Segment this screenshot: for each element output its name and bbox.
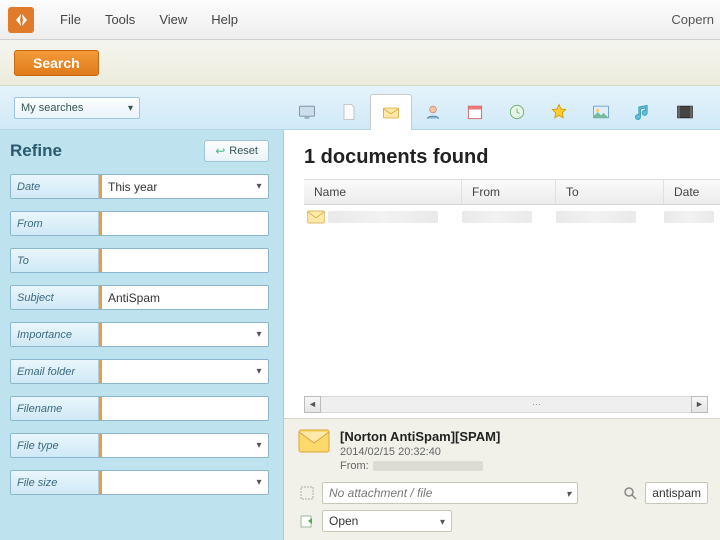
chevron-down-icon <box>250 471 268 494</box>
refine-label: Importance <box>11 323 99 346</box>
preview-datetime: 2014/02/15 20:32:40 <box>340 446 500 458</box>
horizontal-scrollbar[interactable]: ◄ ⋯ ► <box>304 394 708 414</box>
results-heading: 1 documents found <box>284 130 720 179</box>
app-icon <box>8 7 34 33</box>
refine-label: File type <box>11 434 99 457</box>
category-document[interactable] <box>328 93 370 129</box>
refine-row-importance[interactable]: Importance <box>10 322 269 347</box>
redacted-text <box>556 211 636 223</box>
category-favorite[interactable] <box>538 93 580 129</box>
redacted-text <box>328 211 438 223</box>
my-searches-dropdown[interactable]: My searches <box>14 97 140 119</box>
chevron-down-icon <box>128 102 133 114</box>
results-table-header: Name From To Date <box>304 179 720 205</box>
category-calendar[interactable] <box>454 93 496 129</box>
chevron-down-icon <box>250 323 268 346</box>
preview-from-label: From: <box>340 460 369 472</box>
column-to[interactable]: To <box>556 180 664 204</box>
menu-file[interactable]: File <box>60 12 81 27</box>
mail-icon <box>304 210 328 224</box>
column-from[interactable]: From <box>462 180 556 204</box>
column-name[interactable]: Name <box>304 180 462 204</box>
refine-label: Date <box>11 175 99 198</box>
preview-search-input[interactable]: antispam <box>645 482 708 504</box>
open-dropdown[interactable]: Open <box>322 510 452 532</box>
refine-label: From <box>11 212 99 235</box>
redacted-text <box>462 211 532 223</box>
refine-row-filename[interactable]: Filename <box>10 396 269 421</box>
menu-view[interactable]: View <box>159 12 187 27</box>
redacted-text <box>664 211 714 223</box>
category-email[interactable] <box>370 94 412 130</box>
refine-title: Refine <box>10 141 62 161</box>
category-contact[interactable] <box>412 93 454 129</box>
refine-label: Email folder <box>11 360 99 383</box>
category-tabs <box>286 86 706 129</box>
refine-row-email-folder[interactable]: Email folder <box>10 359 269 384</box>
refine-value[interactable] <box>102 249 268 272</box>
menu-tools[interactable]: Tools <box>105 12 135 27</box>
refine-panel: Refine Reset DateThis yearFromToSubjectA… <box>0 130 284 540</box>
refine-row-to[interactable]: To <box>10 248 269 273</box>
refine-label: File size <box>11 471 99 494</box>
category-desktop[interactable] <box>286 93 328 129</box>
chevron-down-icon <box>566 486 571 500</box>
attachment-icon <box>298 485 316 501</box>
menubar: File Tools View Help Copern <box>0 0 720 40</box>
category-music[interactable] <box>622 93 664 129</box>
toolbar: My searches <box>0 86 720 130</box>
search-icon <box>621 485 639 501</box>
refine-row-date[interactable]: DateThis year <box>10 174 269 199</box>
brand-text: Copern <box>671 12 714 27</box>
open-icon <box>298 513 316 529</box>
refine-value[interactable] <box>102 323 250 346</box>
chevron-down-icon <box>250 360 268 383</box>
refine-value[interactable] <box>102 212 268 235</box>
refine-value[interactable] <box>102 397 268 420</box>
preview-pane: [Norton AntiSpam][SPAM] 2014/02/15 20:32… <box>284 418 720 540</box>
menu-help[interactable]: Help <box>211 12 238 27</box>
chevron-down-icon <box>440 514 445 528</box>
mail-icon <box>298 429 330 453</box>
chevron-down-icon <box>250 175 268 198</box>
category-video[interactable] <box>664 93 706 129</box>
refine-row-from[interactable]: From <box>10 211 269 236</box>
search-row: Search <box>0 40 720 86</box>
preview-subject: [Norton AntiSpam][SPAM] <box>340 429 500 444</box>
refine-label: Subject <box>11 286 99 309</box>
scroll-left-icon[interactable]: ◄ <box>304 396 321 413</box>
refine-row-subject[interactable]: SubjectAntiSpam <box>10 285 269 310</box>
search-button[interactable]: Search <box>14 50 99 76</box>
redacted-text <box>373 461 483 471</box>
refine-row-file-type[interactable]: File type <box>10 433 269 458</box>
scroll-right-icon[interactable]: ► <box>691 396 708 413</box>
category-history[interactable] <box>496 93 538 129</box>
category-picture[interactable] <box>580 93 622 129</box>
chevron-down-icon <box>250 434 268 457</box>
refine-row-file-size[interactable]: File size <box>10 470 269 495</box>
refine-label: Filename <box>11 397 99 420</box>
refine-value[interactable]: AntiSpam <box>102 286 268 309</box>
reset-button[interactable]: Reset <box>204 140 269 162</box>
refine-value[interactable]: This year <box>102 175 250 198</box>
attachment-dropdown[interactable]: No attachment / file <box>322 482 578 504</box>
refine-value[interactable] <box>102 434 250 457</box>
results-panel: 1 documents found Name From To Date ◄ ⋯ … <box>284 130 720 540</box>
my-searches-label: My searches <box>21 102 83 114</box>
refine-value[interactable] <box>102 360 250 383</box>
refine-label: To <box>11 249 99 272</box>
result-row[interactable] <box>304 205 720 229</box>
column-date[interactable]: Date <box>664 180 720 204</box>
refine-value[interactable] <box>102 471 250 494</box>
